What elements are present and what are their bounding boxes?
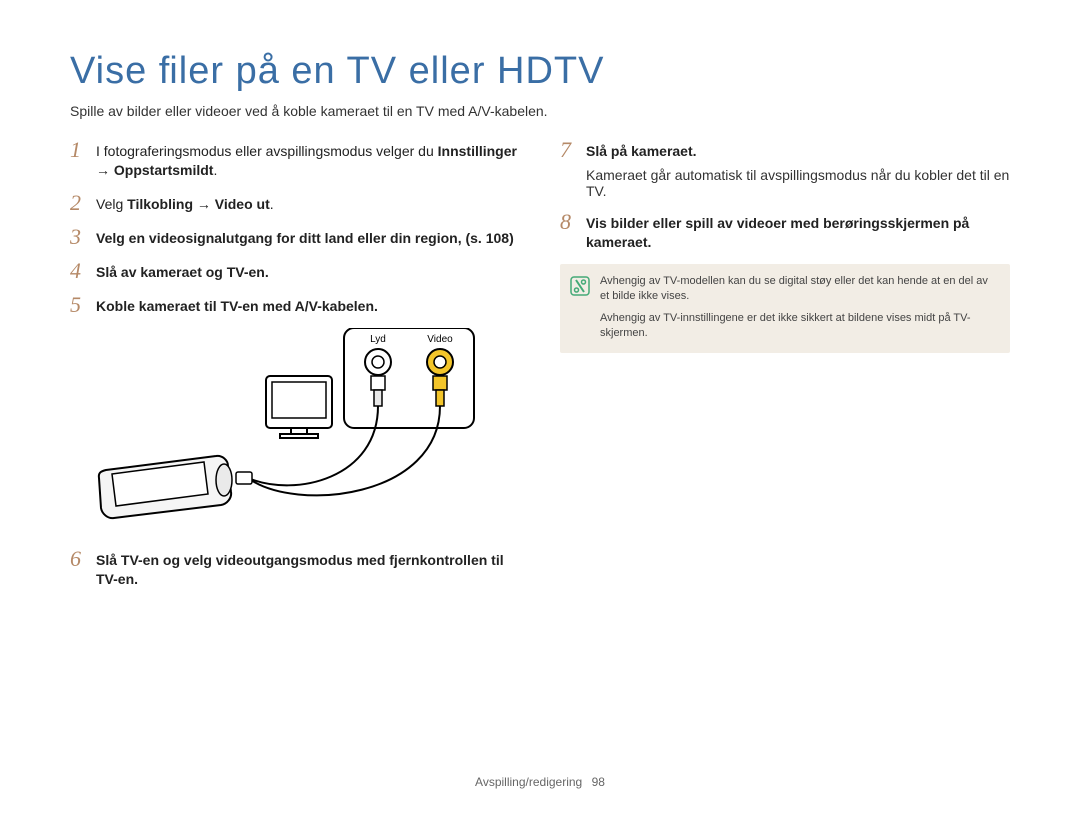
- connection-diagram: Lyd Video: [96, 328, 482, 538]
- intro-text: Spille av bilder eller videoer ved å kob…: [70, 103, 1010, 119]
- two-column-layout: 1 I fotograferingsmodus eller avspilling…: [70, 139, 1010, 601]
- step-5: 5 Koble kameraet til TV-en med A/V-kabel…: [70, 294, 520, 316]
- step-bold-text: Video ut: [215, 196, 270, 212]
- right-column: 7 Slå på kameraet. Kameraet går automati…: [560, 139, 1010, 601]
- note-box: Avhengig av TV-modellen kan du se digita…: [560, 264, 1010, 354]
- step-body: Slå TV-en og velg videoutgangsmodus med …: [96, 548, 520, 589]
- step-text: Velg en videosignalutgang for ditt land …: [96, 230, 514, 246]
- step-7-sub: Kameraet går automatisk til avspillingsm…: [586, 167, 1010, 199]
- step-number: 1: [70, 139, 96, 161]
- step-text: Slå av kameraet og TV-en.: [96, 264, 269, 280]
- step-text: I fotograferingsmodus eller avspillingsm…: [96, 143, 438, 159]
- step-body: Velg Tilkobling → Video ut.: [96, 192, 520, 214]
- step-number: 8: [560, 211, 586, 233]
- step-text: Koble kameraet til TV-en med A/V-kabelen…: [96, 298, 378, 314]
- step-number: 6: [70, 548, 96, 570]
- note-text: Avhengig av TV-modellen kan du se digita…: [600, 274, 996, 342]
- audio-label: Lyd: [370, 334, 386, 345]
- step-bold-text: Tilkobling: [127, 196, 193, 212]
- step-number: 2: [70, 192, 96, 214]
- step-7: 7 Slå på kameraet.: [560, 139, 1010, 161]
- step-text: Slå TV-en og velg videoutgangsmodus med …: [96, 552, 504, 587]
- step-number: 5: [70, 294, 96, 316]
- step-4: 4 Slå av kameraet og TV-en.: [70, 260, 520, 282]
- step-number: 7: [560, 139, 586, 161]
- step-body: Slå på kameraet.: [586, 139, 1010, 161]
- step-text: Vis bilder eller spill av videoer med be…: [586, 215, 969, 250]
- manual-page: Vise ﬁler på en TV eller HDTV Spille av …: [0, 0, 1080, 815]
- page-footer: Avspilling/redigering 98: [0, 775, 1080, 789]
- step-body: Slå av kameraet og TV-en.: [96, 260, 520, 282]
- step-body: Vis bilder eller spill av videoer med be…: [586, 211, 1010, 252]
- arrow-text: →: [197, 196, 215, 212]
- step-text: Velg: [96, 196, 127, 212]
- note-icon: [570, 276, 592, 342]
- left-column: 1 I fotograferingsmodus eller avspilling…: [70, 139, 520, 601]
- video-label: Video: [427, 334, 453, 345]
- page-title: Vise ﬁler på en TV eller HDTV: [70, 50, 1010, 93]
- step-number: 4: [70, 260, 96, 282]
- white-plug: [371, 376, 385, 406]
- step-6: 6 Slå TV-en og velg videoutgangsmodus me…: [70, 548, 520, 589]
- step-body: I fotograferingsmodus eller avspillingsm…: [96, 139, 520, 180]
- yellow-plug: [433, 376, 447, 406]
- step-3: 3 Velg en videosignalutgang for ditt lan…: [70, 226, 520, 248]
- step-2: 2 Velg Tilkobling → Video ut.: [70, 192, 520, 214]
- step-1: 1 I fotograferingsmodus eller avspilling…: [70, 139, 520, 180]
- step-number: 3: [70, 226, 96, 248]
- diagram-svg: Lyd Video: [96, 328, 482, 538]
- note-line-1: Avhengig av TV-modellen kan du se digita…: [600, 274, 996, 305]
- step-8: 8 Vis bilder eller spill av videoer med …: [560, 211, 1010, 252]
- step-text: Slå på kameraet.: [586, 143, 697, 159]
- tv-icon: [266, 376, 332, 438]
- note-line-2: Avhengig av TV-innstillingene er det ikk…: [600, 311, 996, 342]
- step-body: Koble kameraet til TV-en med A/V-kabelen…: [96, 294, 520, 316]
- camera-icon: [99, 456, 232, 518]
- footer-section: Avspilling/redigering: [475, 775, 582, 789]
- step-body: Velg en videosignalutgang for ditt land …: [96, 226, 520, 248]
- footer-page-number: 98: [592, 775, 605, 789]
